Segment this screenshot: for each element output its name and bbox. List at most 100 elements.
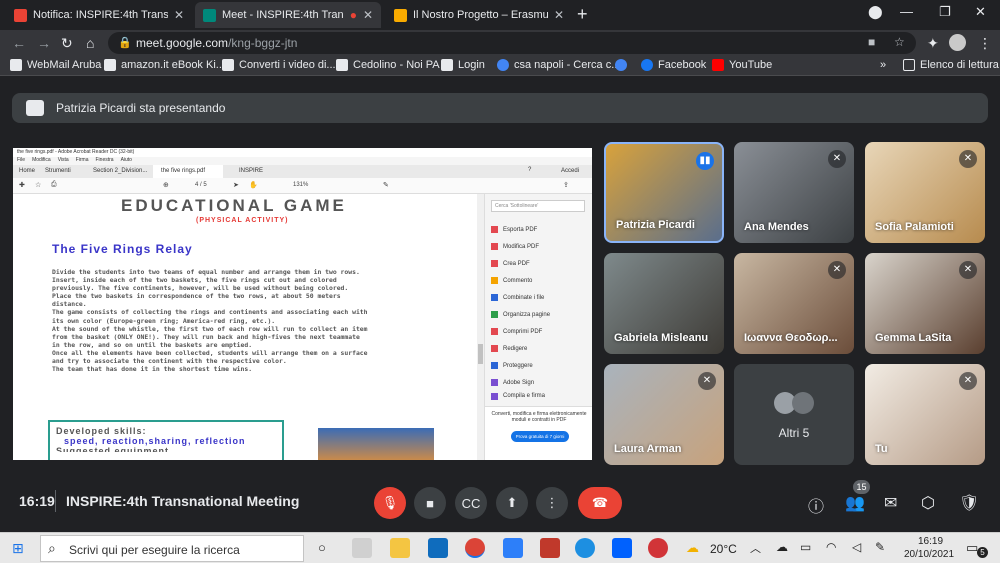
create-icon[interactable]: ✚ — [19, 181, 25, 189]
leave-call-button[interactable]: ☎ — [578, 487, 622, 519]
scrollbar-thumb[interactable] — [478, 344, 483, 364]
cursor-icon[interactable]: ➤ — [233, 181, 239, 189]
temperature[interactable]: 20°C — [710, 542, 737, 556]
bookmark-item[interactable]: Facebook — [641, 59, 706, 71]
tool-item[interactable]: Organizza pagine — [491, 306, 587, 323]
host-controls-icon[interactable]: 🛡 — [959, 493, 979, 513]
new-tab-button[interactable]: + — [577, 4, 588, 25]
tool-item[interactable]: Commento — [491, 272, 587, 289]
file-explorer-icon[interactable] — [390, 538, 410, 558]
participant-tile[interactable]: ✕ Ιωαννα Θεοδωρ... — [734, 253, 854, 354]
url-input[interactable]: 🔒 meet.google.com/kng-bggz-jtn ■ ☆ — [108, 32, 916, 54]
bookmark-item[interactable]: csa napoli - Cerca c... — [497, 59, 620, 71]
trial-button[interactable]: Prova gratuita di 7 giorni — [511, 431, 569, 442]
bookmark-star-icon[interactable]: ☆ — [35, 181, 41, 189]
menu-item[interactable]: Firma — [76, 157, 89, 165]
present-button[interactable]: ⬆ — [496, 487, 528, 519]
weather-icon[interactable]: ☁ — [686, 540, 699, 556]
start-icon[interactable]: ⊞ — [12, 540, 24, 557]
tool-item[interactable]: Compila e firma — [491, 391, 587, 401]
tool-item[interactable]: Comprimi PDF — [491, 323, 587, 340]
star-icon[interactable]: ☆ — [894, 35, 905, 49]
participant-tile[interactable]: ✕ Sofia Palamioti — [865, 142, 985, 243]
lock-icon[interactable]: 🔒 — [118, 36, 132, 49]
profile-menu-icon[interactable]: ⬤ — [868, 4, 883, 20]
menu-item[interactable]: File — [17, 157, 25, 165]
tab-meet[interactable]: Meet - INSPIRE:4th Transnatio ● ✕ — [195, 2, 381, 28]
participant-tile[interactable]: ✕ Ana Mendes — [734, 142, 854, 243]
menu-item[interactable]: Vista — [58, 157, 69, 165]
tab-home[interactable]: Home — [19, 168, 35, 174]
help-icon[interactable]: ? — [528, 167, 531, 173]
zoom-level[interactable]: 131% — [293, 182, 308, 188]
minimize-icon[interactable]: — — [900, 4, 913, 19]
volume-icon[interactable]: ◁ — [852, 540, 861, 554]
taskbar-search[interactable]: ⌕ Scrivi qui per eseguire la ricerca — [40, 535, 304, 562]
app-icon[interactable] — [540, 538, 560, 558]
tab-erasmus[interactable]: Il Nostro Progetto – Erasmusplus ✕ — [386, 2, 572, 28]
close-icon[interactable]: ✕ — [554, 8, 564, 22]
avatar[interactable] — [949, 34, 966, 51]
bookmark-item[interactable]: Login — [441, 59, 485, 71]
edge-icon[interactable] — [575, 538, 595, 558]
info-icon[interactable]: ⓘ — [808, 493, 824, 517]
comment-icon[interactable]: ✎ — [383, 181, 389, 189]
forward-icon[interactable]: → — [37, 35, 51, 51]
kebab-menu-icon[interactable]: ⋮ — [978, 35, 992, 52]
mic-toggle-button[interactable]: 🎙 — [374, 487, 406, 519]
cloud-icon[interactable]: ☁ — [776, 540, 788, 554]
others-tile[interactable]: Altri 5 — [734, 364, 854, 465]
back-icon[interactable]: ← — [12, 35, 26, 51]
participant-tile[interactable]: ✕ Gemma LaSita — [865, 253, 985, 354]
tab-section[interactable]: Section 2_Division... — [93, 168, 147, 174]
bookmarks-overflow[interactable]: » — [880, 59, 886, 71]
reload-icon[interactable]: ↻ — [61, 35, 73, 52]
participant-tile[interactable]: Gabriela Misleanu — [604, 253, 724, 354]
bookmark-item[interactable]: Cedolino - Noi PA — [336, 59, 440, 71]
menu-item[interactable]: Aiuto — [121, 157, 132, 165]
network-icon[interactable]: ▭ — [800, 540, 811, 554]
camera-toggle-button[interactable]: ■ — [414, 487, 446, 519]
bookmark-item[interactable]: YouTube — [712, 59, 772, 71]
camera-icon[interactable]: ■ — [868, 35, 875, 49]
tool-item[interactable]: Proteggere — [491, 357, 587, 374]
close-icon[interactable]: ✕ — [174, 8, 184, 22]
reading-list[interactable]: Elenco di lettura — [903, 59, 999, 71]
tab-tools[interactable]: Strumenti — [45, 168, 71, 174]
share-icon[interactable]: ⇪ — [563, 181, 569, 189]
dropbox-icon[interactable] — [612, 538, 632, 558]
menu-item[interactable]: Modifica — [32, 157, 51, 165]
menu-item[interactable]: Finestra — [96, 157, 114, 165]
task-view-icon[interactable]: ○ — [318, 540, 326, 555]
hand-icon[interactable]: ✋ — [249, 181, 258, 189]
tool-item[interactable]: Crea PDF — [491, 255, 587, 272]
app-icon[interactable] — [503, 538, 523, 558]
bookmark-item[interactable]: WebMail Aruba — [10, 59, 101, 71]
home-icon[interactable]: ⌂ — [86, 35, 94, 51]
tools-search[interactable]: Cerca 'Sottolineare' — [491, 200, 585, 212]
mail-icon[interactable] — [428, 538, 448, 558]
clock-time[interactable]: 16:19 — [918, 536, 943, 547]
window-close-icon[interactable]: ✕ — [975, 4, 986, 20]
more-options-button[interactable]: ⋮ — [536, 487, 568, 519]
tool-item[interactable]: Esporta PDF — [491, 221, 587, 238]
captions-button[interactable]: CC — [455, 487, 487, 519]
chrome-icon[interactable] — [465, 538, 485, 558]
tool-item[interactable]: Adobe Sign — [491, 374, 587, 391]
print-icon[interactable]: ⎙ — [51, 181, 57, 189]
tab-five-rings[interactable]: the five rings.pdf — [153, 165, 223, 178]
bookmark-item[interactable]: amazon.it eBook Ki... — [104, 59, 225, 71]
tab-inspire[interactable]: INSPIRE — [239, 168, 263, 174]
page-up-icon[interactable]: ⊕ — [163, 181, 169, 189]
chat-icon[interactable]: ✉ — [884, 493, 897, 513]
wifi-icon[interactable]: ◠ — [826, 540, 836, 554]
bookmark-item[interactable] — [615, 59, 632, 71]
page-indicator[interactable]: 4 / 5 — [195, 182, 207, 188]
participant-tile[interactable]: ▮▮ Patrizia Picardi — [604, 142, 724, 243]
widgets-icon[interactable] — [352, 538, 372, 558]
tool-item[interactable]: Modifica PDF — [491, 238, 587, 255]
restore-icon[interactable]: ❐ — [939, 4, 951, 20]
pdf-scrollbar[interactable] — [477, 194, 484, 460]
help-icon[interactable] — [648, 538, 668, 558]
close-icon[interactable]: ✕ — [363, 8, 373, 22]
